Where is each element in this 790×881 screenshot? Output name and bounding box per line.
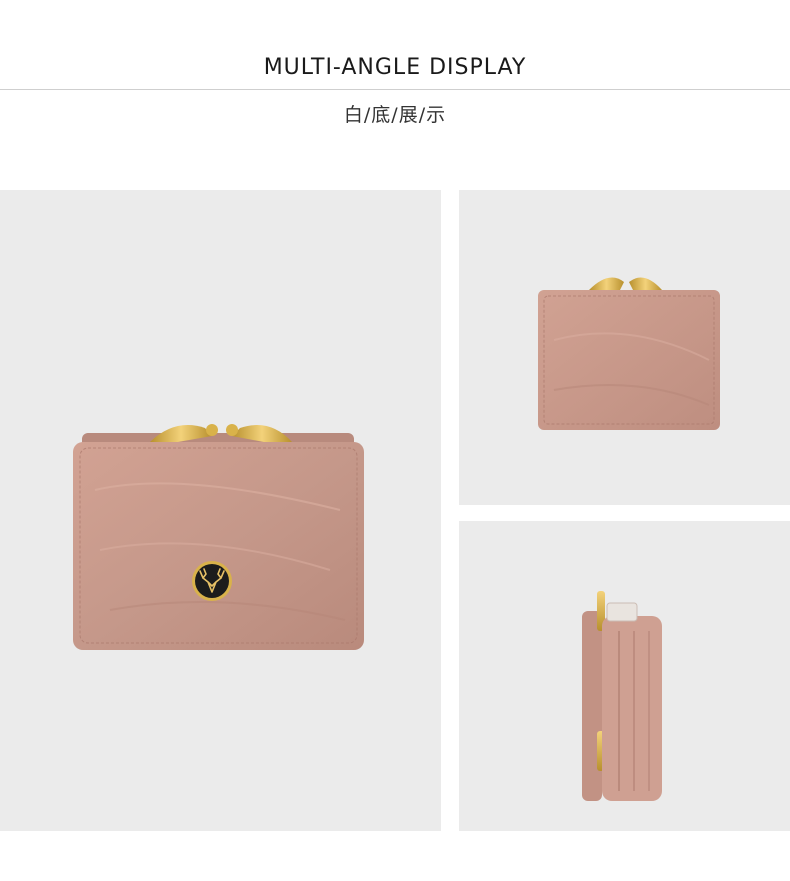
front-view-panel [0, 190, 441, 831]
deer-emblem-icon [192, 561, 232, 601]
wallet-front-image [73, 424, 364, 650]
page-subtitle: 白/底/展/示 [343, 104, 447, 126]
title-divider [0, 89, 790, 90]
back-view-panel [459, 190, 790, 505]
page-title: MULTI-ANGLE DISPLAY [263, 55, 527, 80]
wallet-side-image [582, 591, 662, 801]
side-view-panel [459, 521, 790, 831]
wallet-back-image [538, 277, 720, 430]
